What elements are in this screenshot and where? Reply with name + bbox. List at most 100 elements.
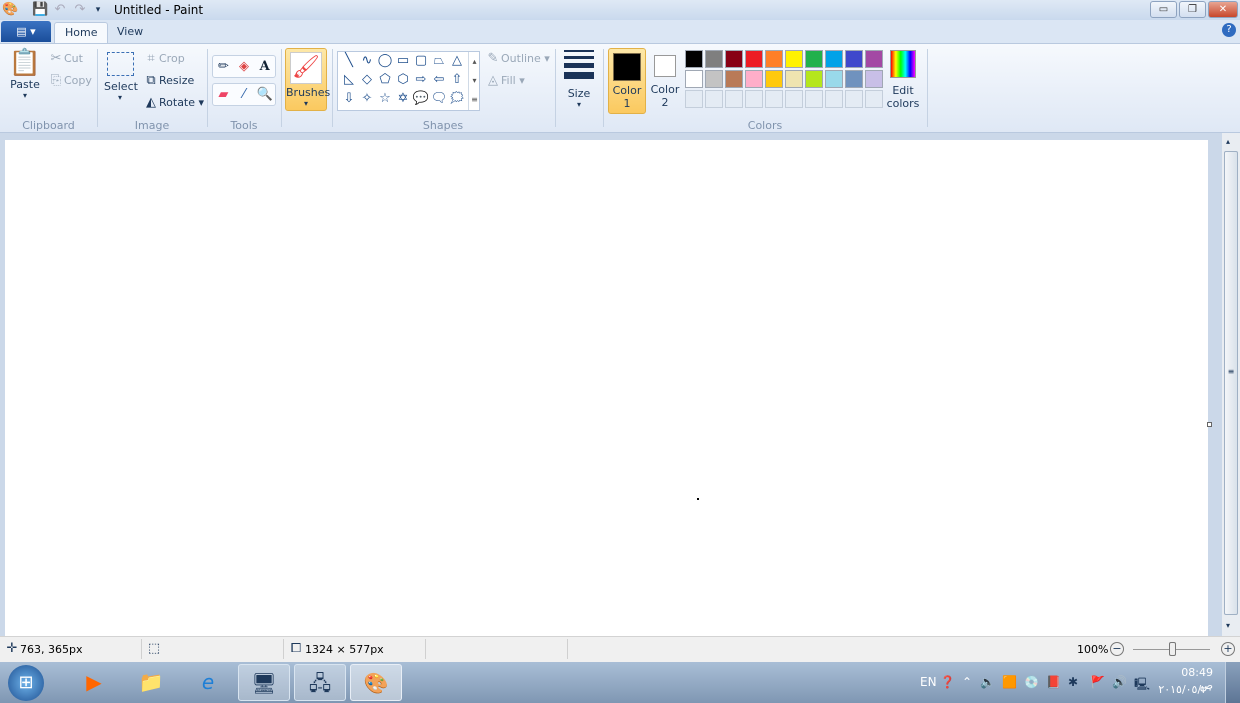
edit-colors-button[interactable]: Edit colors xyxy=(886,50,920,110)
custom-color-slot[interactable] xyxy=(825,90,843,108)
network-app-tray-icon[interactable]: 💿 xyxy=(1024,675,1039,689)
vertical-scrollbar[interactable]: ▴ ≡ ▾ xyxy=(1222,133,1240,636)
palette-color-swatch[interactable] xyxy=(745,50,763,68)
language-indicator[interactable]: EN xyxy=(920,675,937,689)
shape-item[interactable]: 🗨 xyxy=(430,91,448,110)
tab-home[interactable]: Home xyxy=(54,22,109,43)
size-button[interactable]: Size ▾ xyxy=(562,50,596,109)
restore-button[interactable]: ❐ xyxy=(1179,1,1206,18)
shape-item[interactable]: ⇧ xyxy=(448,72,466,91)
clock-date[interactable]: ٢٠١٥/٠٥/٢٠ xyxy=(1155,683,1213,696)
palette-color-swatch[interactable] xyxy=(725,50,743,68)
zoom-in-button[interactable]: + xyxy=(1221,642,1235,656)
palette-color-swatch[interactable] xyxy=(725,70,743,88)
custom-color-slot[interactable] xyxy=(805,90,823,108)
custom-color-slot[interactable] xyxy=(745,90,763,108)
outline-button[interactable]: ✎ Outline ▾ xyxy=(485,51,550,67)
palette-color-swatch[interactable] xyxy=(845,70,863,88)
select-button[interactable]: Select ▾ xyxy=(104,52,138,102)
shape-item[interactable]: ⇩ xyxy=(340,91,358,110)
canvas-resize-handle[interactable] xyxy=(1207,422,1212,427)
zoom-slider-thumb[interactable] xyxy=(1168,642,1176,656)
scroll-thumb[interactable]: ≡ xyxy=(1224,151,1238,615)
palette-color-swatch[interactable] xyxy=(845,50,863,68)
tab-view[interactable]: View xyxy=(107,22,153,43)
palette-color-swatch[interactable] xyxy=(785,50,803,68)
color2-button[interactable]: Color 2 xyxy=(649,48,681,114)
shape-item[interactable]: ⬡ xyxy=(394,72,412,91)
shape-item[interactable]: ☆ xyxy=(376,91,394,110)
palette-color-swatch[interactable] xyxy=(805,50,823,68)
palette-color-swatch[interactable] xyxy=(765,50,783,68)
shape-item[interactable]: ⇨ xyxy=(412,72,430,91)
volume-icon[interactable]: 🔊 xyxy=(1112,675,1127,689)
taskbar-internet-explorer[interactable]: e xyxy=(182,664,234,701)
shape-item[interactable]: ⏢ xyxy=(430,53,448,72)
custom-color-slot[interactable] xyxy=(685,90,703,108)
palette-color-swatch[interactable] xyxy=(785,70,803,88)
palette-color-swatch[interactable] xyxy=(685,70,703,88)
customize-quick-access-icon[interactable]: ▾ xyxy=(90,2,106,18)
palette-color-swatch[interactable] xyxy=(765,70,783,88)
palette-color-swatch[interactable] xyxy=(805,70,823,88)
custom-color-slot[interactable] xyxy=(725,90,743,108)
app-tray-icon[interactable]: 🟧 xyxy=(1002,675,1017,689)
palette-color-swatch[interactable] xyxy=(745,70,763,88)
drawing-canvas[interactable] xyxy=(5,140,1208,636)
cut-button[interactable]: ✂ Cut xyxy=(48,51,83,67)
taskbar-app-1[interactable]: 🖥 xyxy=(238,664,290,701)
shape-item[interactable]: ⇦ xyxy=(430,72,448,91)
shape-item[interactable]: △ xyxy=(448,53,466,72)
speaker-tray-icon[interactable]: 🔈 xyxy=(980,675,995,689)
shape-item[interactable]: 💬 xyxy=(412,91,430,110)
paint-menu-button[interactable]: ▤ ▾ xyxy=(1,21,51,42)
shape-item[interactable]: ▢ xyxy=(412,53,430,72)
eraser-icon[interactable]: ▰ xyxy=(215,87,231,103)
shape-item[interactable]: ◯ xyxy=(376,53,394,72)
shapes-scroll[interactable]: ▴ ▾ ≡ xyxy=(468,52,480,110)
start-button[interactable]: ⊞ xyxy=(8,665,44,701)
network-icon[interactable]: 🖳 xyxy=(1134,675,1150,696)
custom-color-slot[interactable] xyxy=(705,90,723,108)
copy-button[interactable]: ⎘ Copy xyxy=(48,73,92,89)
show-desktop-button[interactable] xyxy=(1225,662,1240,703)
pencil-icon[interactable]: ✏ xyxy=(215,59,231,75)
palette-color-swatch[interactable] xyxy=(865,50,883,68)
magnifier-icon[interactable]: 🔍 xyxy=(257,87,273,103)
text-tool-icon[interactable]: A xyxy=(257,59,273,75)
save-icon[interactable]: 💾 xyxy=(32,2,48,18)
zoom-out-button[interactable]: − xyxy=(1110,642,1124,656)
show-hidden-icons[interactable]: ⌃ xyxy=(962,675,972,689)
help-tray-icon[interactable]: ❓ xyxy=(940,675,955,689)
taskbar-app-2[interactable]: 🖧 xyxy=(294,664,346,701)
custom-color-slot[interactable] xyxy=(865,90,883,108)
palette-color-swatch[interactable] xyxy=(705,70,723,88)
color-picker-icon[interactable]: ⁄ xyxy=(236,87,252,103)
resize-button[interactable]: ⧉ Resize xyxy=(143,73,194,89)
help-icon[interactable]: ? xyxy=(1222,23,1236,37)
acrobat-tray-icon[interactable]: 📕 xyxy=(1046,675,1061,689)
action-center-icon[interactable]: 🚩 xyxy=(1090,675,1105,689)
palette-color-swatch[interactable] xyxy=(865,70,883,88)
taskbar-paint[interactable]: 🎨 xyxy=(350,664,402,701)
palette-color-swatch[interactable] xyxy=(825,70,843,88)
palette-color-swatch[interactable] xyxy=(825,50,843,68)
shape-item[interactable]: ◺ xyxy=(340,72,358,91)
taskbar-media-player[interactable]: ▶ xyxy=(68,664,120,701)
paste-button[interactable]: 📋 Paste ▾ xyxy=(8,48,42,100)
shape-item[interactable]: ✧ xyxy=(358,91,376,110)
shape-item[interactable]: ◇ xyxy=(358,72,376,91)
rotate-button[interactable]: ◭ Rotate ▾ xyxy=(143,95,204,111)
scroll-up-arrow[interactable]: ▴ xyxy=(1226,137,1230,146)
fill-bucket-icon[interactable]: ◈ xyxy=(236,59,252,75)
redo-icon[interactable]: ↷ xyxy=(72,2,88,18)
palette-color-swatch[interactable] xyxy=(685,50,703,68)
shape-item[interactable]: ⬠ xyxy=(376,72,394,91)
fill-button[interactable]: ◬ Fill ▾ xyxy=(485,73,525,89)
scroll-down-arrow[interactable]: ▾ xyxy=(1226,621,1230,630)
palette-color-swatch[interactable] xyxy=(705,50,723,68)
color1-button[interactable]: Color 1 xyxy=(608,48,646,114)
custom-color-slot[interactable] xyxy=(845,90,863,108)
shape-item[interactable]: ╲ xyxy=(340,53,358,72)
shape-item[interactable]: ∿ xyxy=(358,53,376,72)
